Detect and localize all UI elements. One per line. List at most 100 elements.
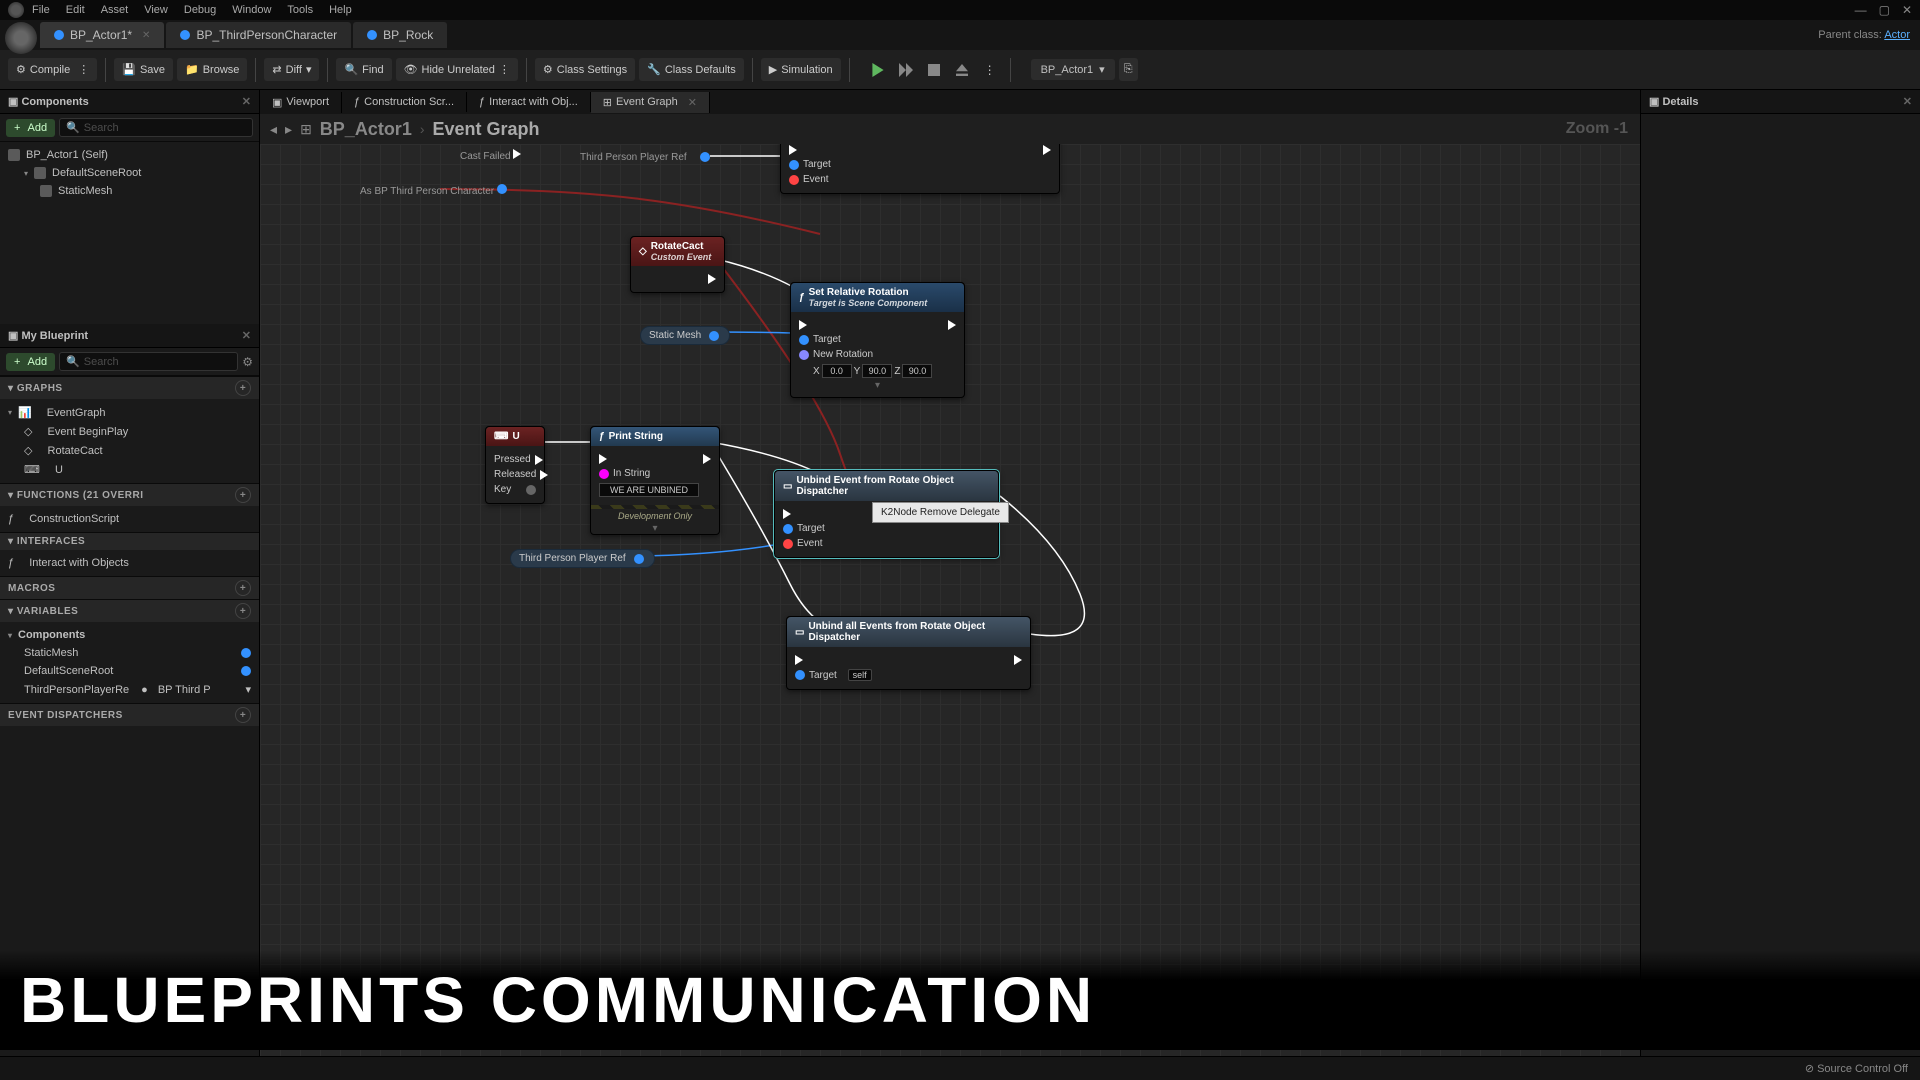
section-variables[interactable]: ▾ VARIABLES + bbox=[0, 599, 259, 622]
chevron-down-icon[interactable]: ⋮ bbox=[78, 63, 89, 76]
add-variable-button[interactable]: + bbox=[235, 603, 251, 619]
menu-tools[interactable]: Tools bbox=[287, 4, 313, 16]
component-self[interactable]: BP_Actor1 (Self) bbox=[0, 146, 259, 164]
find-button[interactable]: 🔍Find bbox=[336, 58, 391, 81]
target-pin[interactable] bbox=[783, 524, 793, 534]
menu-edit[interactable]: Edit bbox=[66, 4, 85, 16]
ue-logo-large-icon[interactable] bbox=[5, 22, 37, 54]
breadcrumb-root[interactable]: BP_Actor1 bbox=[320, 119, 412, 140]
variable-thirdpersonplayer[interactable]: ThirdPersonPlayerRe●BP Third P▾ bbox=[0, 680, 259, 699]
add-dispatcher-button[interactable]: + bbox=[235, 707, 251, 723]
graph-event-beginplay[interactable]: ◇ Event BeginPlay bbox=[0, 422, 259, 441]
node-var-staticmesh[interactable]: Static Mesh bbox=[640, 326, 730, 345]
event-pin[interactable] bbox=[783, 539, 793, 549]
class-defaults-button[interactable]: 🔧Class Defaults bbox=[639, 58, 744, 81]
node-set-relative-rotation[interactable]: ƒ Set Relative RotationTarget is Scene C… bbox=[790, 282, 965, 398]
node-var-thirdpersonref[interactable]: Third Person Player Ref bbox=[510, 549, 655, 568]
node-header[interactable]: ƒPrint String bbox=[591, 427, 719, 446]
component-scene-root[interactable]: ▾DefaultSceneRoot bbox=[0, 164, 259, 182]
close-icon[interactable]: ✕ bbox=[242, 95, 251, 108]
object-pin-out[interactable] bbox=[700, 152, 710, 162]
node-header[interactable]: ⌨U bbox=[486, 427, 544, 446]
interface-interact[interactable]: ƒ Interact with Objects bbox=[0, 554, 259, 572]
graph-u[interactable]: ⌨ U bbox=[0, 460, 259, 479]
section-functions[interactable]: ▾ FUNCTIONS (21 OVERRI + bbox=[0, 483, 259, 506]
debug-target-dropdown[interactable]: BP_Actor1▾ bbox=[1031, 59, 1115, 80]
stop-button[interactable] bbox=[922, 58, 946, 82]
maximize-icon[interactable]: ▢ bbox=[1879, 3, 1890, 17]
exec-pin-out[interactable] bbox=[708, 274, 716, 284]
close-icon[interactable]: ✕ bbox=[242, 329, 251, 342]
add-component-button[interactable]: + Add bbox=[6, 119, 55, 137]
menu-help[interactable]: Help bbox=[329, 4, 352, 16]
menu-debug[interactable]: Debug bbox=[184, 4, 216, 16]
rot-x-input[interactable] bbox=[822, 364, 852, 378]
component-static-mesh[interactable]: StaticMesh bbox=[0, 182, 259, 200]
exec-pin-in[interactable] bbox=[599, 454, 607, 464]
rotation-pin[interactable] bbox=[799, 350, 809, 360]
step-button[interactable] bbox=[894, 58, 918, 82]
exec-pin-pressed[interactable] bbox=[535, 455, 543, 465]
section-interfaces[interactable]: ▾ INTERFACES bbox=[0, 532, 259, 550]
tab-interact[interactable]: ƒInteract with Obj... bbox=[467, 92, 591, 112]
menu-window[interactable]: Window bbox=[232, 4, 271, 16]
chevron-down-icon[interactable]: ▾ bbox=[24, 169, 28, 178]
string-pin[interactable] bbox=[599, 469, 609, 479]
exec-pin-out[interactable] bbox=[948, 320, 956, 330]
variable-staticmesh[interactable]: StaticMesh bbox=[0, 644, 259, 662]
node-bind-event[interactable]: Target Event bbox=[780, 144, 1060, 194]
node-header[interactable]: ƒ Set Relative RotationTarget is Scene C… bbox=[791, 283, 964, 312]
tab-viewport[interactable]: ▣Viewport bbox=[260, 92, 342, 113]
add-blueprint-button[interactable]: + Add bbox=[6, 353, 55, 371]
menu-asset[interactable]: Asset bbox=[101, 4, 129, 16]
play-button[interactable] bbox=[866, 58, 890, 82]
chevron-down-icon[interactable]: ▾ bbox=[306, 63, 312, 76]
locate-button[interactable]: ⎘ bbox=[1119, 58, 1138, 81]
add-function-button[interactable]: + bbox=[235, 487, 251, 503]
section-dispatchers[interactable]: EVENT DISPATCHERS + bbox=[0, 703, 259, 726]
close-icon[interactable]: ✕ bbox=[1903, 95, 1912, 108]
chevron-down-icon[interactable]: ⋮ bbox=[499, 63, 510, 76]
minimize-icon[interactable]: — bbox=[1855, 3, 1867, 17]
exec-pin-out[interactable] bbox=[513, 149, 521, 159]
close-icon[interactable]: ✕ bbox=[688, 96, 697, 109]
variables-components-group[interactable]: ▾Components bbox=[0, 626, 259, 644]
object-pin-out[interactable] bbox=[634, 554, 644, 564]
tab-construction[interactable]: ƒConstruction Scr... bbox=[342, 92, 467, 112]
gear-icon[interactable]: ⚙ bbox=[242, 355, 253, 369]
object-pin-out[interactable] bbox=[497, 184, 507, 194]
target-pin[interactable] bbox=[795, 670, 805, 680]
myblueprint-search-input[interactable]: 🔍 Search bbox=[59, 352, 238, 371]
parent-class-link[interactable]: Actor bbox=[1884, 29, 1910, 41]
variable-defaultsceneroot[interactable]: DefaultSceneRoot bbox=[0, 662, 259, 680]
compile-button[interactable]: ⚙ Compile ⋮ bbox=[8, 58, 97, 81]
eject-button[interactable] bbox=[950, 58, 974, 82]
chevron-down-icon[interactable]: ▾ bbox=[591, 523, 719, 534]
class-settings-button[interactable]: ⚙Class Settings bbox=[535, 58, 635, 81]
node-input-u[interactable]: ⌨U Pressed Released Key bbox=[485, 426, 545, 504]
menu-view[interactable]: View bbox=[144, 4, 168, 16]
exec-pin-released[interactable] bbox=[540, 470, 548, 480]
string-value-input[interactable] bbox=[599, 483, 699, 497]
menu-file[interactable]: File bbox=[32, 4, 50, 16]
close-icon[interactable]: ✕ bbox=[142, 30, 150, 41]
exec-pin-out[interactable] bbox=[703, 454, 711, 464]
exec-pin-in[interactable] bbox=[795, 655, 803, 665]
tab-bp-thirdperson[interactable]: BP_ThirdPersonCharacter bbox=[166, 22, 351, 48]
event-pin[interactable] bbox=[789, 175, 799, 185]
source-control-button[interactable]: ⊘ Source Control Off bbox=[1805, 1062, 1908, 1075]
section-macros[interactable]: MACROS + bbox=[0, 576, 259, 599]
node-unbind-all[interactable]: ▭Unbind all Events from Rotate Object Di… bbox=[786, 616, 1031, 690]
hide-unrelated-button[interactable]: 👁Hide Unrelated ⋮ bbox=[396, 58, 518, 81]
browse-button[interactable]: 📁Browse bbox=[177, 58, 247, 81]
components-search-input[interactable]: 🔍 Search bbox=[59, 118, 253, 137]
graph-rotatecact[interactable]: ◇ RotateCact bbox=[0, 441, 259, 460]
node-header[interactable]: ▭Unbind all Events from Rotate Object Di… bbox=[787, 617, 1030, 647]
back-button[interactable]: ◂ bbox=[270, 121, 277, 138]
target-pin[interactable] bbox=[789, 160, 799, 170]
graph-canvas[interactable]: Target Event Cast Failed Third Person Pl… bbox=[260, 144, 1640, 1060]
play-options-button[interactable]: ⋮ bbox=[978, 58, 1002, 82]
forward-button[interactable]: ▸ bbox=[285, 121, 292, 138]
node-header[interactable]: ▭Unbind Event from Rotate Object Dispatc… bbox=[775, 471, 998, 501]
diff-button[interactable]: ⇄Diff ▾ bbox=[264, 58, 319, 81]
